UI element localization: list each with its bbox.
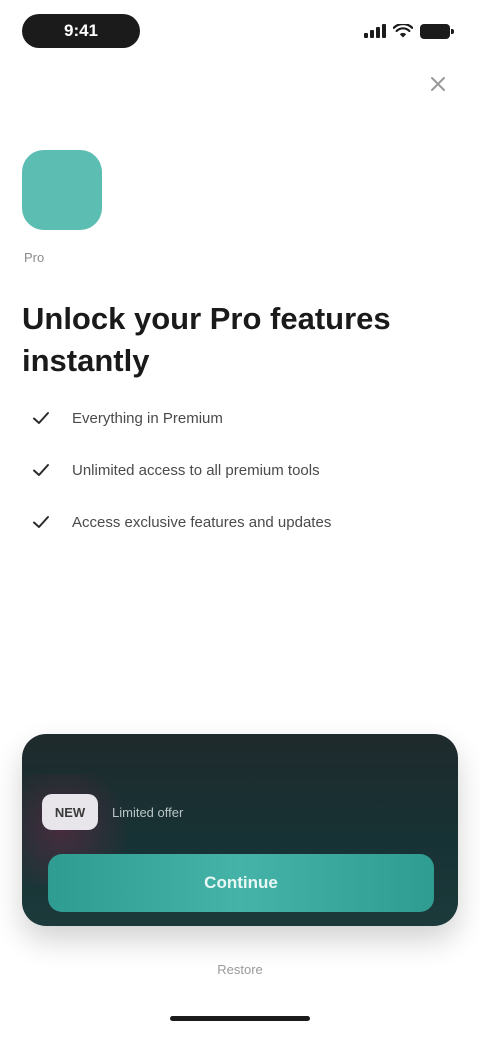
headline: Unlock your Pro features instantly	[22, 301, 391, 378]
status-time: 9:41	[22, 14, 140, 48]
feature-item: Everything in Premium	[30, 392, 450, 444]
feature-item: Access exclusive features and updates	[30, 496, 450, 548]
cellular-signal-icon	[364, 24, 386, 38]
close-icon	[431, 77, 445, 91]
paywall-screen: 9:41 Pro Unlock your Pro features instan…	[0, 0, 480, 1040]
app-caption: Pro	[24, 250, 45, 265]
continue-button[interactable]: Continue	[48, 854, 434, 912]
promo-row: NEW Limited offer	[42, 794, 183, 830]
feature-item: Unlimited access to all premium tools	[30, 444, 450, 496]
promo-card: NEW Limited offer Continue	[22, 734, 458, 926]
check-icon	[33, 412, 49, 424]
battery-icon	[420, 23, 454, 39]
home-indicator	[170, 1016, 310, 1021]
check-icon	[33, 464, 49, 476]
restore-link[interactable]: Restore	[0, 962, 480, 977]
feature-text: Unlimited access to all premium tools	[72, 461, 320, 479]
feature-text: Access exclusive features and updates	[72, 513, 332, 531]
close-button[interactable]	[424, 70, 452, 98]
check-icon	[33, 516, 49, 528]
feature-list: Everything in Premium Unlimited access t…	[30, 392, 450, 548]
app-icon	[22, 150, 102, 230]
wifi-icon	[393, 24, 413, 38]
promo-badge: NEW	[42, 794, 98, 830]
status-icons	[364, 22, 454, 40]
promo-text: Limited offer	[112, 804, 184, 820]
status-bar: 9:41	[0, 0, 480, 62]
feature-text: Everything in Premium	[72, 409, 223, 427]
